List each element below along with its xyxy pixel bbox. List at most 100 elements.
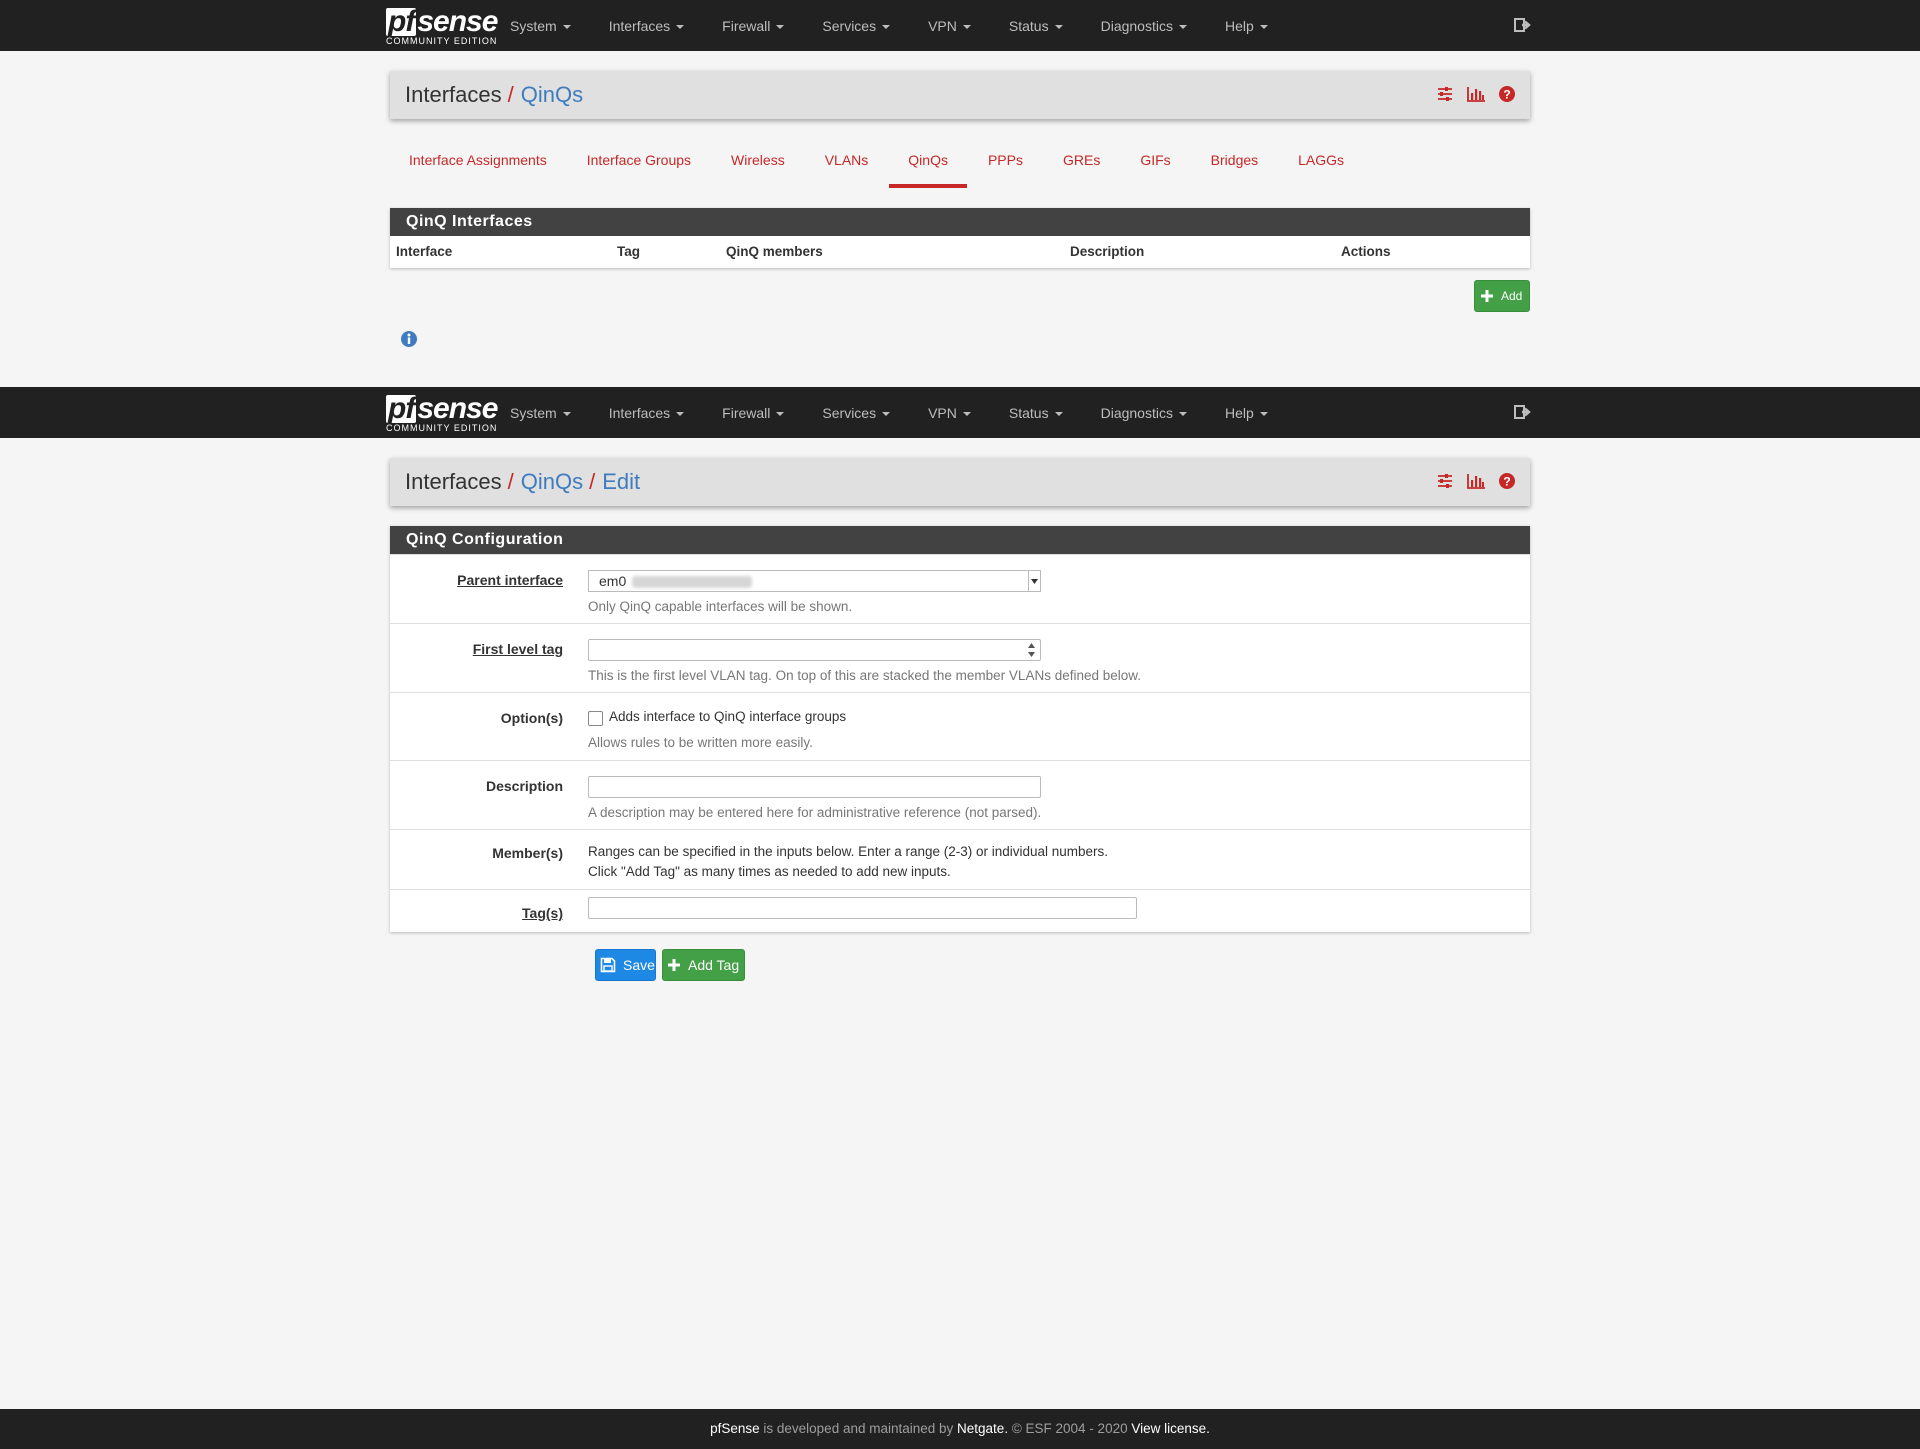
table-header: Interface Tag QinQ members Description A… [390, 236, 1530, 268]
breadcrumb-edit[interactable]: Edit [602, 469, 640, 495]
breadcrumb: Interfaces / QinQs / Edit [405, 469, 641, 495]
first-level-tag-input[interactable] [588, 639, 1041, 661]
tab-gres[interactable]: GREs [1044, 143, 1119, 188]
pfsense-logo[interactable]: pf sense COMMUNITY EDITION [386, 5, 498, 47]
main-menu: System Interfaces Firewall Services VPN … [510, 0, 1306, 51]
tab-bridges[interactable]: Bridges [1192, 143, 1277, 188]
qinq-groups-checkbox-label[interactable]: Adds interface to QinQ interface groups [609, 707, 846, 727]
tab-qinqs[interactable]: QinQs [889, 143, 967, 188]
members-help-line-2: Click "Add Tag" as many times as needed … [588, 864, 951, 879]
footer: pfSense is developed and maintained by N… [0, 1409, 1920, 1449]
caret-down-icon [882, 411, 891, 416]
panel-title: QinQ Configuration [390, 526, 1530, 554]
chevron-down-icon [1028, 571, 1040, 591]
menu-firewall[interactable]: Firewall [722, 405, 785, 421]
options-help: Allows rules to be written more easily. [588, 735, 813, 750]
menu-interfaces[interactable]: Interfaces [609, 405, 685, 421]
row-parent-interface: Parent interface em0 Only QinQ capable i… [390, 554, 1530, 623]
tab-laggs[interactable]: LAGGs [1279, 143, 1363, 188]
number-spinner-icon[interactable] [1026, 641, 1036, 659]
footer-product: pfSense [710, 1421, 760, 1436]
menu-system[interactable]: System [510, 18, 571, 34]
breadcrumb-qinqs[interactable]: QinQs [521, 82, 583, 108]
breadcrumb-bar-edit: Interfaces / QinQs / Edit ? [390, 458, 1530, 506]
column-interface: Interface [396, 244, 453, 259]
menu-help[interactable]: Help [1225, 18, 1268, 34]
tab-vlans[interactable]: VLANs [806, 143, 888, 188]
top-navbar-2: pf sense COMMUNITY EDITION System Interfa… [0, 387, 1920, 438]
caret-down-icon [1054, 411, 1063, 416]
menu-services[interactable]: Services [822, 18, 891, 34]
qinq-groups-checkbox[interactable] [588, 711, 603, 726]
top-navbar: pf sense COMMUNITY EDITION System Interfa… [0, 0, 1920, 51]
help-icon[interactable]: ? [1498, 472, 1516, 490]
caret-down-icon [562, 24, 571, 29]
logout-icon[interactable] [1514, 16, 1532, 34]
settings-sliders-icon[interactable] [1436, 472, 1454, 490]
info-icon[interactable] [400, 330, 418, 348]
breadcrumb-qinqs[interactable]: QinQs [521, 469, 583, 495]
menu-system[interactable]: System [510, 405, 571, 421]
pfsense-logo[interactable]: pf sense COMMUNITY EDITION [386, 392, 498, 434]
tab-gifs[interactable]: GIFs [1121, 143, 1189, 188]
logout-icon[interactable] [1514, 403, 1532, 421]
column-actions: Actions [1341, 244, 1391, 259]
view-license-link[interactable]: View license. [1131, 1421, 1210, 1436]
row-options: Option(s) Adds interface to QinQ interfa… [390, 692, 1530, 760]
row-members: Member(s) Ranges can be specified in the… [390, 829, 1530, 889]
menu-vpn[interactable]: VPN [928, 405, 971, 421]
tab-interface-groups[interactable]: Interface Groups [568, 143, 710, 188]
first-level-tag-help: This is the first level VLAN tag. On top… [588, 668, 1142, 683]
svg-text:?: ? [1503, 88, 1510, 102]
menu-diagnostics[interactable]: Diagnostics [1101, 405, 1187, 421]
description-input[interactable] [588, 776, 1041, 798]
add-tag-button[interactable]: Add Tag [662, 949, 745, 981]
panel-title: QinQ Interfaces [390, 208, 1530, 236]
help-icon[interactable]: ? [1498, 85, 1516, 103]
bar-chart-icon[interactable] [1466, 472, 1486, 490]
menu-status[interactable]: Status [1009, 18, 1063, 34]
menu-firewall[interactable]: Firewall [722, 18, 785, 34]
members-label: Member(s) [492, 845, 563, 861]
menu-interfaces[interactable]: Interfaces [609, 18, 685, 34]
caret-down-icon [1178, 411, 1187, 416]
plus-icon [1481, 290, 1493, 302]
options-label: Option(s) [500, 710, 563, 726]
tag-input[interactable] [588, 897, 1137, 919]
parent-interface-help: Only QinQ capable interfaces will be sho… [588, 599, 853, 614]
bar-chart-icon[interactable] [1466, 85, 1486, 103]
caret-down-icon [882, 24, 891, 29]
plus-icon [668, 959, 680, 971]
caret-down-icon [676, 24, 685, 29]
caret-down-icon [1054, 24, 1063, 29]
members-help-line-1: Ranges can be specified in the inputs be… [588, 844, 1109, 859]
menu-help[interactable]: Help [1225, 405, 1268, 421]
menu-diagnostics[interactable]: Diagnostics [1101, 18, 1187, 34]
netgate-link[interactable]: Netgate. [957, 1421, 1008, 1436]
caret-down-icon [962, 411, 971, 416]
menu-services[interactable]: Services [822, 405, 891, 421]
menu-status[interactable]: Status [1009, 405, 1063, 421]
first-level-tag-label: First level tag [472, 641, 563, 657]
tab-wireless[interactable]: Wireless [712, 143, 804, 188]
settings-sliders-icon[interactable] [1436, 85, 1454, 103]
interface-tabs: Interface Assignments Interface Groups W… [390, 143, 1365, 188]
svg-text:?: ? [1503, 475, 1510, 489]
tab-ppps[interactable]: PPPs [969, 143, 1042, 188]
column-qinq-members: QinQ members [726, 244, 823, 259]
parent-interface-select[interactable]: em0 [588, 570, 1041, 592]
tab-interface-assignments[interactable]: Interface Assignments [390, 143, 566, 188]
breadcrumb: Interfaces / QinQs [405, 82, 584, 108]
caret-down-icon [776, 24, 785, 29]
caret-down-icon [962, 24, 971, 29]
row-tags: Tag(s) [390, 889, 1530, 931]
floppy-disk-icon [600, 957, 616, 973]
main-menu: System Interfaces Firewall Services VPN … [510, 387, 1306, 438]
description-label: Description [485, 778, 563, 794]
menu-vpn[interactable]: VPN [928, 18, 971, 34]
add-button[interactable]: Add [1474, 280, 1530, 312]
caret-down-icon [562, 411, 571, 416]
caret-down-icon [776, 411, 785, 416]
save-button[interactable]: Save [595, 949, 656, 981]
description-help: A description may be entered here for ad… [588, 805, 1042, 820]
